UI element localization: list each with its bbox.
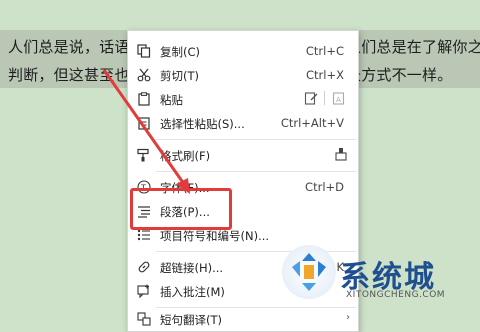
watermark-url: XITONGCHENG.COM [346,290,446,300]
watermark-logo [280,243,338,301]
